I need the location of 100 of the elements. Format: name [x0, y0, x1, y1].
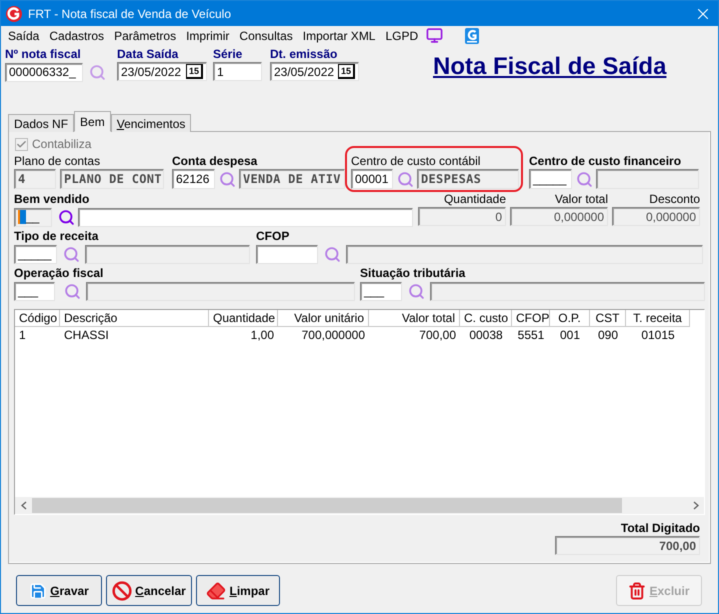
search-button[interactable]: [406, 281, 426, 301]
input-field[interactable]: 0,000000: [510, 207, 608, 226]
input-field[interactable]: 1: [213, 62, 262, 81]
column-header[interactable]: O.P.: [550, 310, 590, 327]
menu-item[interactable]: Parâmetros: [109, 28, 182, 42]
search-icon: [218, 170, 236, 188]
search-button[interactable]: [61, 244, 81, 264]
cancel-button[interactable]: Cancelar: [106, 575, 192, 606]
input-field[interactable]: __: [14, 208, 52, 226]
calendar-button[interactable]: 15: [338, 64, 355, 79]
field-label: Série: [213, 46, 244, 62]
input-field[interactable]: _____: [529, 169, 572, 189]
menu-item[interactable]: Importar XML: [298, 28, 380, 42]
search-button[interactable]: [62, 281, 82, 301]
field-label: Conta despesa: [172, 154, 258, 169]
input-field[interactable]: 000006332_: [5, 62, 83, 82]
search-icon: [62, 246, 80, 262]
monitor-icon[interactable]: [426, 27, 444, 44]
column-header[interactable]: Valor unitário: [278, 310, 369, 327]
search-icon: [58, 208, 74, 226]
input-field[interactable]: [430, 282, 705, 300]
input-field[interactable]: [86, 282, 355, 300]
table-cell-text: 00038: [468, 327, 504, 344]
input-field[interactable]: [85, 244, 250, 264]
scroll-left-icon[interactable]: [20, 501, 26, 510]
table-cell-text: 090: [596, 327, 620, 344]
page-title: Nota Fiscal de Saída: [433, 53, 666, 82]
search-button[interactable]: [56, 207, 76, 227]
calendar-button[interactable]: 15: [186, 64, 203, 79]
table-cell-text: 001: [558, 327, 582, 344]
app-logo-icon: [6, 6, 22, 22]
input-field[interactable]: 4: [14, 169, 56, 189]
input-field[interactable]: [256, 244, 318, 264]
scroll-right-icon[interactable]: [692, 501, 698, 510]
eraser-icon: [206, 580, 226, 600]
input-field[interactable]: [346, 244, 703, 264]
field-label: Centro de custo contábil: [351, 154, 482, 169]
field-label: Situação tributária: [360, 266, 466, 281]
field-label: Data Saída: [117, 46, 180, 62]
table-cell-text: 700,00: [418, 327, 457, 344]
menu-item[interactable]: Imprimir: [181, 28, 234, 42]
window-title: FRT - Nota fiscal de Venda de Veículo: [28, 6, 232, 20]
table-cell-text: CHASSI: [63, 327, 110, 344]
column-header[interactable]: CST: [590, 310, 626, 327]
column-header[interactable]: T. receita: [626, 310, 690, 327]
input-field[interactable]: 62126: [172, 169, 215, 189]
input-field[interactable]: PLANO DE CONT: [60, 169, 164, 189]
column-header[interactable]: Valor total: [369, 310, 460, 327]
search-icon: [408, 282, 424, 300]
search-button[interactable]: [574, 169, 594, 189]
search-icon: [396, 170, 414, 188]
cancel-icon: [112, 580, 132, 600]
menu-item[interactable]: Consultas: [234, 28, 298, 42]
table-cell-text: 01015: [640, 327, 676, 344]
input-field[interactable]: 0,000000: [612, 207, 700, 226]
input-field[interactable]: _____: [14, 244, 57, 264]
table-row[interactable]: 1 CHASSI 1,00 700,000000 700,00 00038 5551 001 090 01015: [15, 327, 704, 344]
input-field[interactable]: ___: [360, 282, 402, 300]
input-field[interactable]: ___: [14, 282, 55, 300]
tab[interactable]: Vencimentos: [110, 114, 192, 132]
input-field[interactable]: [78, 208, 413, 226]
search-button[interactable]: [217, 169, 237, 189]
total-label: Total Digitado: [620, 521, 700, 536]
field-label: Quantidade: [442, 192, 506, 207]
search-icon: [324, 246, 340, 262]
input-field[interactable]: 0: [418, 207, 506, 226]
field-label: Operação fiscal: [14, 266, 104, 281]
search-button[interactable]: [322, 244, 342, 264]
field-label: CFOP: [256, 229, 290, 244]
date-field[interactable]: 23/05/2022 15: [117, 62, 207, 81]
search-icon: [64, 282, 80, 300]
scrollbar-thumb[interactable]: [32, 498, 622, 513]
tab[interactable]: Bem: [74, 111, 111, 132]
menu-item[interactable]: Cadastros: [44, 28, 110, 42]
total-field: 700,00: [555, 536, 700, 555]
date-field[interactable]: 23/05/2022 15: [270, 62, 359, 81]
menu-item[interactable]: Saída: [3, 28, 44, 42]
field-label: Centro de custo financeiro: [529, 154, 682, 169]
search-button[interactable]: [395, 169, 415, 189]
menu-item[interactable]: LGPD: [380, 28, 424, 42]
trash-icon: [628, 582, 646, 600]
input-field[interactable]: VENDA DE ATIV: [239, 169, 345, 189]
table-cell-text: 700,000000: [300, 327, 366, 344]
input-field[interactable]: DESPESAS: [417, 169, 519, 189]
field-label: Desconto: [648, 192, 700, 207]
input-field[interactable]: 00001: [351, 169, 393, 189]
column-header[interactable]: CFOP: [512, 310, 550, 327]
save-button[interactable]: Gravar: [16, 575, 102, 606]
column-header[interactable]: Quantidade: [209, 310, 278, 327]
clear-button[interactable]: Limpar: [196, 575, 280, 606]
table-cell-text: 5551: [516, 327, 546, 344]
input-field[interactable]: [596, 169, 699, 189]
column-header[interactable]: C. custo: [460, 310, 512, 327]
tab[interactable]: Dados NF: [8, 114, 74, 132]
search-icon: [88, 64, 106, 80]
column-header[interactable]: Código: [15, 310, 60, 327]
table-cell-text: 1,00: [250, 327, 275, 344]
column-header[interactable]: Descrição: [60, 310, 209, 327]
field-label: Tipo de receita: [14, 229, 100, 244]
app-book-icon[interactable]: [465, 28, 480, 44]
